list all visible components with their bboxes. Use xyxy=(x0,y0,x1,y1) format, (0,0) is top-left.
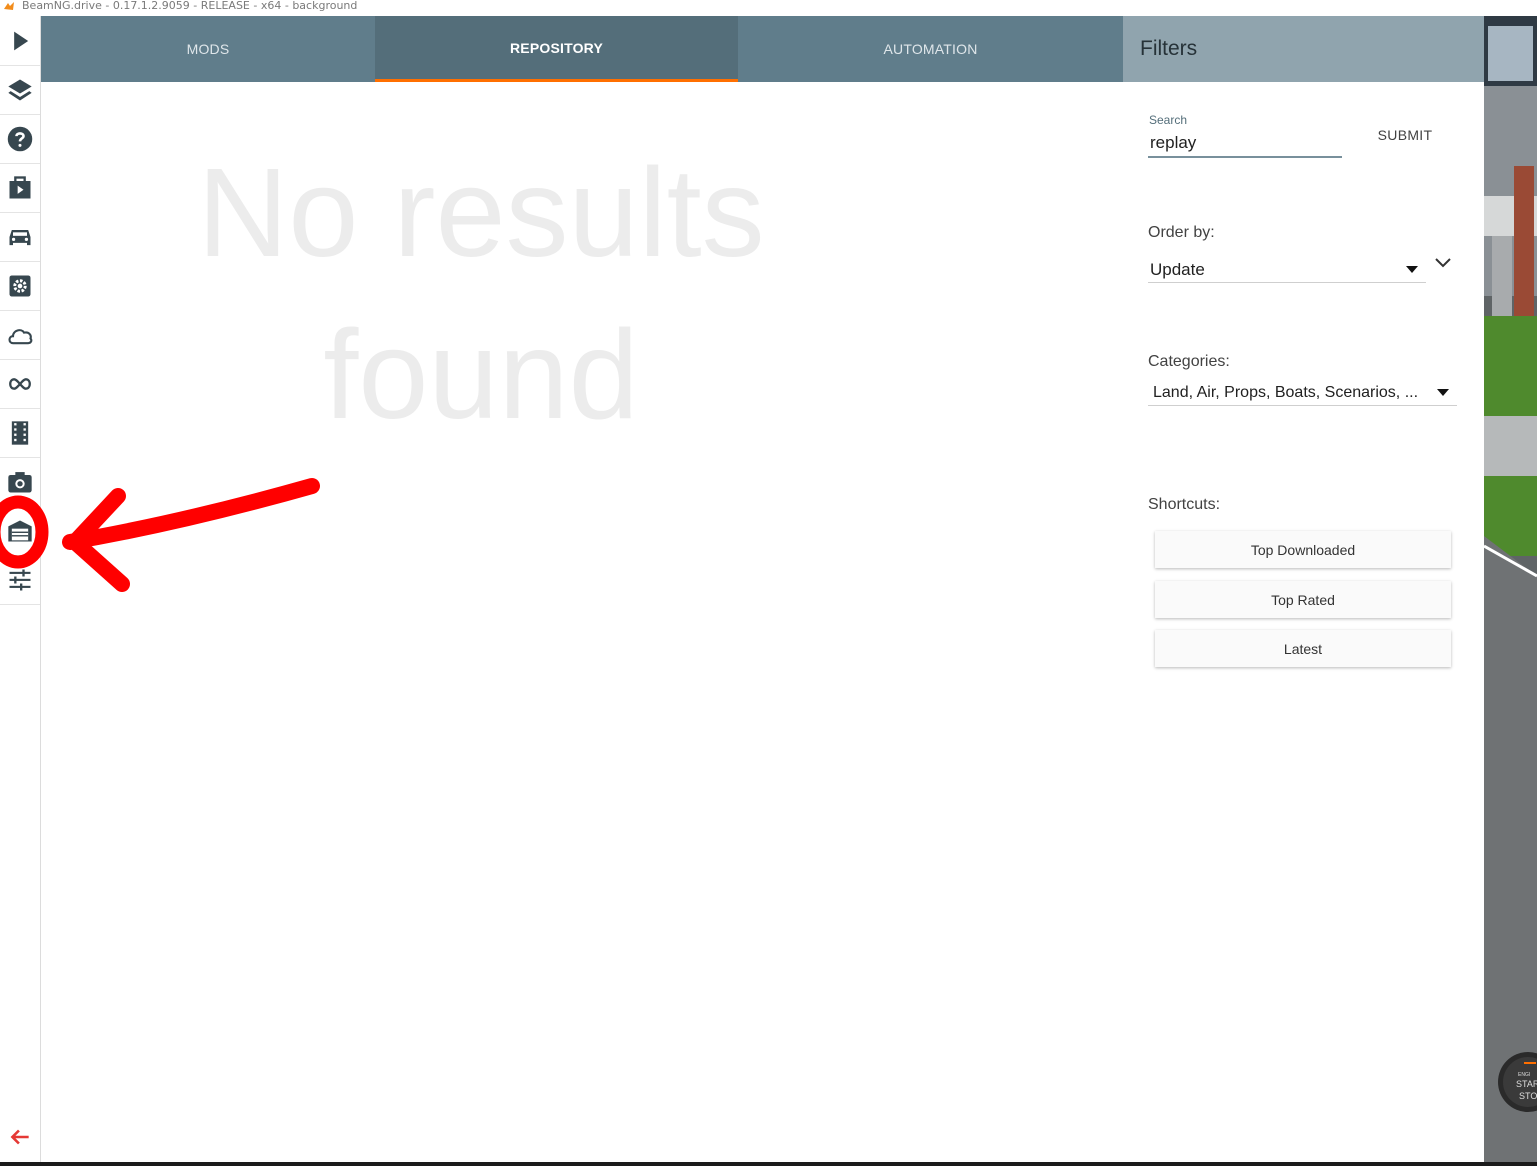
categories-select[interactable]: Land, Air, Props, Boats, Scenarios, ... xyxy=(1148,380,1457,406)
car-icon xyxy=(9,229,31,245)
sidebar-item-options[interactable] xyxy=(0,261,40,311)
submit-button[interactable]: SUBMIT xyxy=(1369,120,1441,150)
dropdown-arrow-icon xyxy=(1437,389,1449,396)
game-scene: ENGI STAR STO xyxy=(1484,16,1537,1162)
back-button[interactable] xyxy=(0,1122,40,1152)
sidebar-item-scenarios[interactable] xyxy=(0,163,40,213)
game-background: ENGI STAR STO xyxy=(1484,16,1537,1162)
sidebar-item-play[interactable] xyxy=(0,16,40,66)
window-title-bar: BeamNG.drive - 0.17.1.2.9059 - RELEASE -… xyxy=(0,0,1537,16)
tab-mods[interactable]: MODS xyxy=(41,16,375,82)
play-icon xyxy=(14,31,29,50)
camera-icon xyxy=(8,471,32,492)
cloud-icon xyxy=(8,328,33,344)
latest-button[interactable]: Latest xyxy=(1155,630,1451,667)
tab-automation[interactable]: AUTOMATION xyxy=(738,16,1123,82)
help-icon xyxy=(7,126,33,151)
tab-bar: MODS REPOSITORY AUTOMATION xyxy=(41,16,1123,82)
categories-value: Land, Air, Props, Boats, Scenarios, ... xyxy=(1153,384,1419,401)
hud-engine-label: ENGI xyxy=(1518,1072,1530,1078)
sidebar-item-help[interactable] xyxy=(0,114,40,164)
empty-state-message: No results found xyxy=(111,132,851,456)
infinity-icon xyxy=(9,377,31,390)
film-icon xyxy=(11,420,29,445)
window-title: BeamNG.drive - 0.17.1.2.9059 - RELEASE -… xyxy=(22,0,358,12)
categories-label: Categories: xyxy=(1148,353,1230,370)
sidebar-item-freeroam[interactable] xyxy=(0,359,40,409)
top-rated-button[interactable]: Top Rated xyxy=(1155,581,1451,618)
sidebar-item-photo[interactable] xyxy=(0,457,40,507)
top-downloaded-button[interactable]: Top Downloaded xyxy=(1155,531,1451,568)
sidebar-item-replay[interactable] xyxy=(0,408,40,458)
filters-panel: Search SUBMIT Order by: Update Categorie… xyxy=(1123,82,1484,1162)
beamng-logo-icon xyxy=(4,2,14,10)
hud-start-label: STAR xyxy=(1516,1079,1537,1089)
order-by-select[interactable]: Update xyxy=(1148,257,1426,283)
empty-state-line2: found xyxy=(323,304,639,445)
filters-title: Filters xyxy=(1123,16,1484,82)
order-by-value: Update xyxy=(1150,260,1205,279)
tab-repository[interactable]: REPOSITORY xyxy=(375,16,738,82)
sidebar-item-tuning[interactable] xyxy=(0,555,40,605)
layers-icon xyxy=(8,79,32,100)
garage-icon xyxy=(8,520,32,541)
sidebar-item-vehicles[interactable] xyxy=(0,212,40,262)
main-menu-sidebar xyxy=(0,16,41,1162)
empty-state-line1: No results xyxy=(197,142,765,283)
search-input[interactable] xyxy=(1148,130,1342,158)
hud-stop-label: STO xyxy=(1519,1091,1537,1101)
sliders-icon xyxy=(9,569,31,590)
chevron-down-icon[interactable] xyxy=(1433,256,1453,270)
shortcuts-label: Shortcuts: xyxy=(1148,496,1221,513)
search-label: Search xyxy=(1149,113,1188,127)
arrow-left-icon xyxy=(10,1129,29,1145)
scenario-icon xyxy=(9,175,31,198)
repository-content: No results found xyxy=(41,82,1123,1162)
window-bottom-border xyxy=(0,1162,1537,1166)
sidebar-item-cloud[interactable] xyxy=(0,310,40,360)
settings-icon xyxy=(9,275,31,296)
sidebar-item-garage[interactable] xyxy=(0,506,40,556)
sidebar-item-layers[interactable] xyxy=(0,65,40,115)
order-by-label: Order by: xyxy=(1148,224,1215,241)
dropdown-arrow-icon xyxy=(1406,266,1418,273)
